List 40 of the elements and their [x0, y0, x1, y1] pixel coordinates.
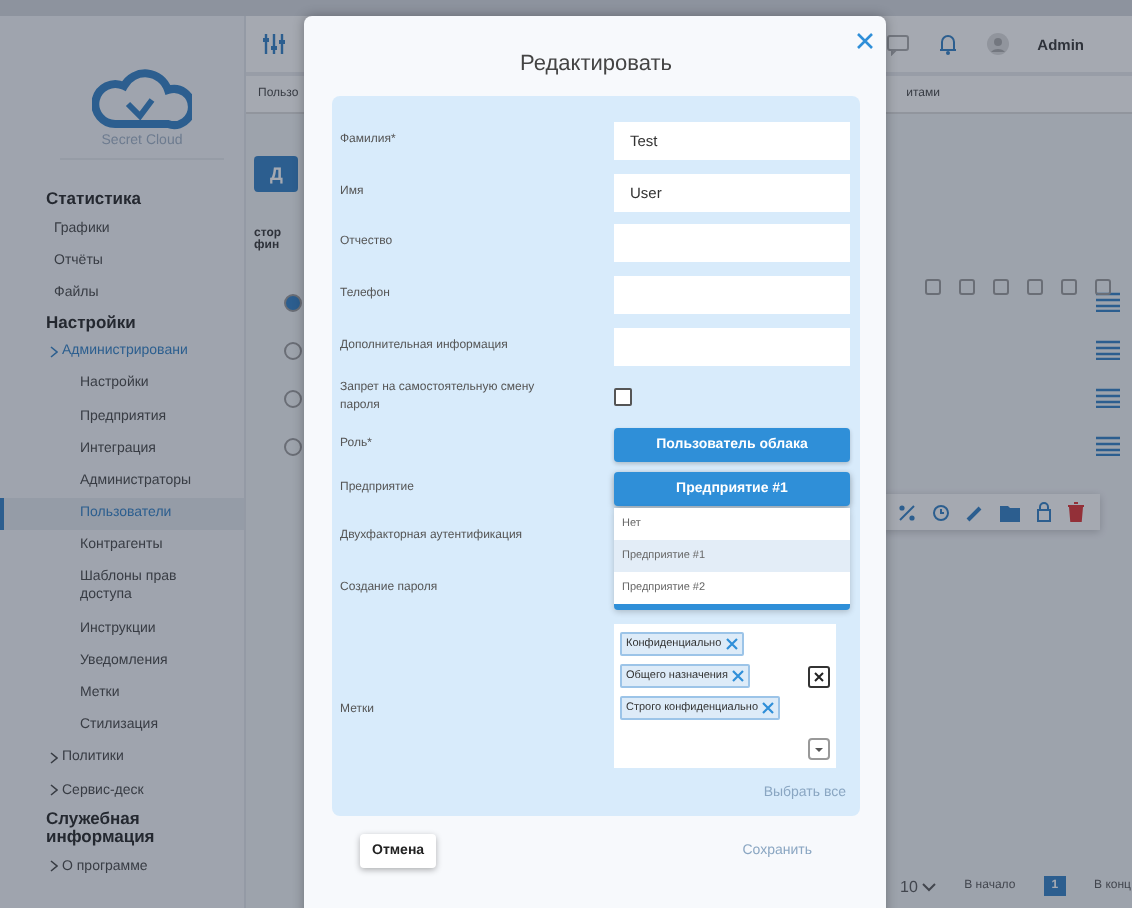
list-icon[interactable] [1096, 340, 1120, 360]
chevron-icon [50, 751, 58, 764]
status-icon[interactable] [284, 293, 302, 311]
input-field[interactable] [614, 224, 850, 263]
chevron-icon [50, 784, 58, 797]
trash-icon[interactable] [1068, 502, 1084, 522]
bell-icon[interactable] [937, 32, 958, 56]
chevron-icon [50, 860, 58, 873]
radio-icon[interactable] [284, 341, 302, 359]
remove-icon[interactable] [731, 669, 744, 682]
section-title: Служебная информация [44, 806, 157, 851]
list-icon[interactable] [1096, 388, 1120, 408]
history-icon[interactable] [932, 503, 950, 521]
list-icon[interactable] [1096, 292, 1120, 312]
sliders-icon[interactable] [262, 32, 286, 56]
clear-icon[interactable] [808, 665, 830, 688]
lock-icon[interactable] [1036, 502, 1052, 522]
radio-icon[interactable] [284, 437, 302, 455]
input-field[interactable] [614, 276, 850, 315]
input-field[interactable] [614, 327, 850, 366]
add-button[interactable]: Д [254, 156, 299, 192]
section-title: Настройки [44, 309, 138, 336]
list-icon[interactable] [1096, 436, 1120, 456]
chat-icon[interactable] [885, 33, 910, 55]
folder-icon[interactable] [1000, 503, 1020, 521]
caret-icon[interactable] [808, 737, 830, 760]
remove-icon[interactable] [762, 701, 774, 714]
cloud-logo-icon [92, 64, 192, 132]
chevron-icon [50, 345, 58, 358]
section-title: Статистика [44, 186, 144, 212]
page-size-select[interactable]: 10 [900, 877, 937, 895]
close-icon[interactable] [856, 32, 874, 50]
avatar-icon[interactable] [985, 32, 1010, 56]
dialog-title: Редактировать [518, 50, 674, 80]
pencil-icon[interactable] [966, 503, 984, 521]
checkbox[interactable] [614, 387, 632, 406]
caret-icon[interactable] [922, 881, 937, 892]
radio-icon[interactable] [284, 389, 302, 407]
remove-icon[interactable] [725, 637, 738, 650]
percent-icon[interactable] [898, 503, 916, 521]
